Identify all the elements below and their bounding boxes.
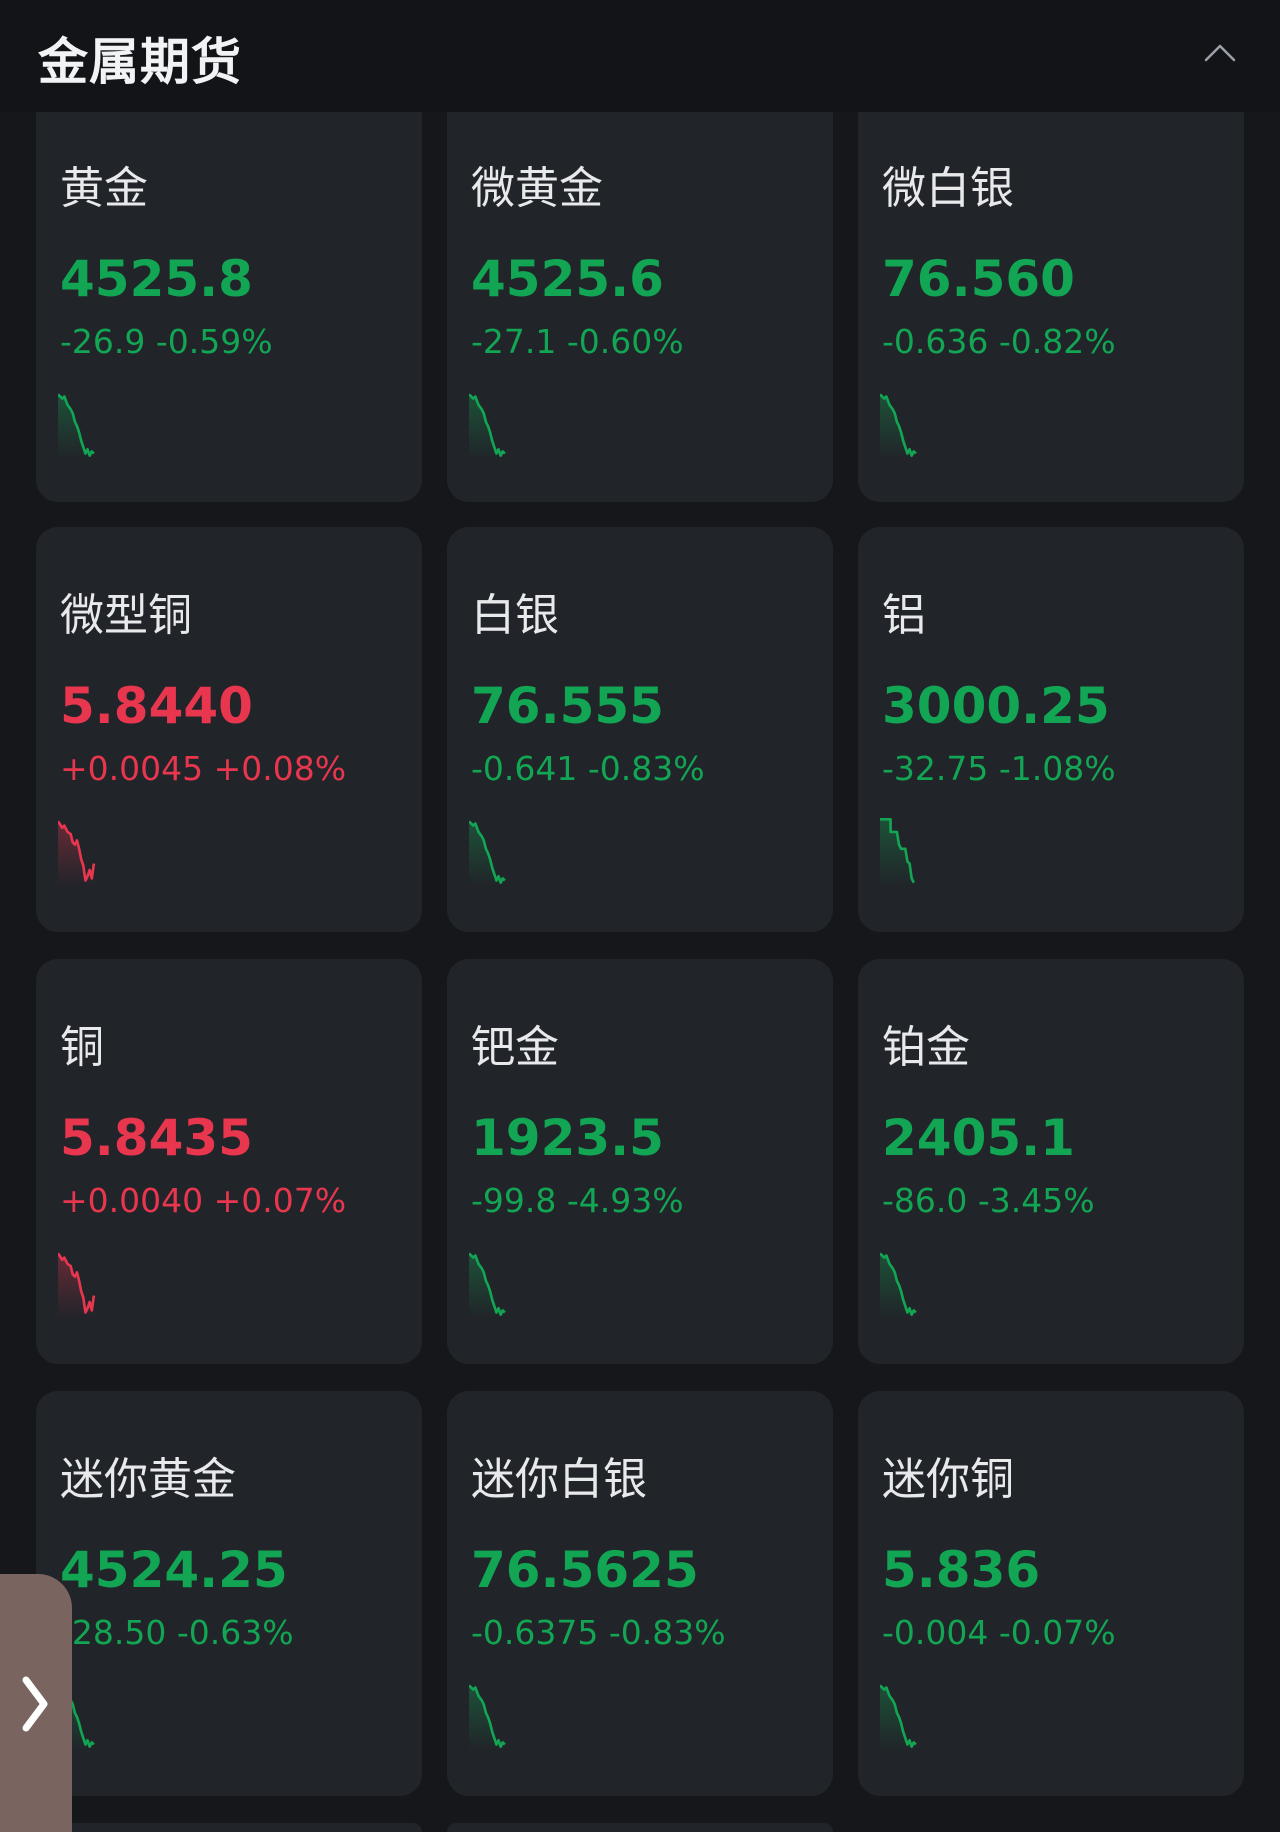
card-price: 4524.25 — [60, 1541, 288, 1599]
sparkline-chart — [469, 820, 506, 887]
chevron-up-icon[interactable] — [1200, 38, 1240, 68]
card-price: 76.5625 — [471, 1541, 699, 1599]
sparkline-chart — [880, 1684, 917, 1751]
sparkline-chart — [469, 1684, 506, 1751]
sparkline-chart — [58, 1252, 96, 1319]
card-name: 迷你铜 — [882, 1454, 1014, 1505]
card-change: -0.641 -0.83% — [471, 749, 705, 788]
card-price: 76.555 — [471, 677, 664, 735]
sparkline-chart — [880, 393, 917, 460]
card-name: 黄金 — [60, 163, 148, 214]
card-change: +0.0040 +0.07% — [60, 1181, 347, 1220]
card-change: -32.75 -1.08% — [882, 749, 1116, 788]
card-change: -0.6375 -0.83% — [471, 1613, 726, 1652]
card-name: 白银 — [471, 590, 559, 641]
sparkline-chart — [58, 820, 96, 887]
futures-card[interactable]: 铂金 2405.1 -86.0 -3.45% — [858, 959, 1244, 1364]
futures-card[interactable]: 迷你铜 5.836 -0.004 -0.07% — [858, 1391, 1244, 1796]
card-name: 铝 — [882, 590, 926, 641]
card-price: 5.8440 — [60, 677, 253, 735]
card-price: 5.836 — [882, 1541, 1041, 1599]
card-price: 1923.5 — [471, 1109, 664, 1167]
futures-card[interactable]: 黄金 4525.8 -26.9 -0.59% — [36, 112, 422, 502]
card-price: 2405.1 — [882, 1109, 1075, 1167]
card-name: 铜 — [60, 1022, 104, 1073]
chevron-right-icon — [22, 1676, 48, 1732]
card-change: -28.50 -0.63% — [60, 1613, 294, 1652]
card-change: -0.004 -0.07% — [882, 1613, 1116, 1652]
futures-card[interactable]: 微白银 76.560 -0.636 -0.82% — [858, 112, 1244, 502]
side-panel-handle[interactable] — [0, 1574, 72, 1832]
futures-card[interactable]: 迷你黄金 4524.25 -28.50 -0.63% — [36, 1391, 422, 1796]
futures-card-partial[interactable] — [36, 1823, 422, 1832]
card-name: 迷你黄金 — [60, 1454, 236, 1505]
futures-card[interactable]: 铜 5.8435 +0.0040 +0.07% — [36, 959, 422, 1364]
sparkline-chart — [469, 393, 506, 460]
card-name: 微黄金 — [471, 163, 603, 214]
card-change: -99.8 -4.93% — [471, 1181, 684, 1220]
card-price: 3000.25 — [882, 677, 1110, 735]
card-name: 铂金 — [882, 1022, 970, 1073]
futures-card[interactable]: 微型铜 5.8440 +0.0045 +0.08% — [36, 527, 422, 932]
card-name: 钯金 — [471, 1022, 559, 1073]
card-price: 4525.8 — [60, 250, 253, 308]
futures-card[interactable]: 钯金 1923.5 -99.8 -4.93% — [447, 959, 833, 1364]
card-change: +0.0045 +0.08% — [60, 749, 347, 788]
card-change: -27.1 -0.60% — [471, 322, 684, 361]
sparkline-chart — [58, 393, 95, 460]
sparkline-chart — [469, 1252, 506, 1319]
futures-card[interactable]: 铝 3000.25 -32.75 -1.08% — [858, 527, 1244, 932]
card-name: 微型铜 — [60, 590, 192, 641]
futures-card-partial[interactable] — [447, 1823, 833, 1832]
futures-card[interactable]: 白银 76.555 -0.641 -0.83% — [447, 527, 833, 932]
section-title: 金属期货 — [38, 33, 242, 91]
futures-card[interactable]: 微黄金 4525.6 -27.1 -0.60% — [447, 112, 833, 502]
card-name: 微白银 — [882, 163, 1014, 214]
sparkline-chart — [880, 817, 916, 887]
futures-grid: 黄金 4525.8 -26.9 -0.59% 微黄金 4525.6 -27.1 -0.60… — [0, 112, 1280, 1832]
card-name: 迷你白银 — [471, 1454, 647, 1505]
card-change: -26.9 -0.59% — [60, 322, 273, 361]
card-price: 76.560 — [882, 250, 1075, 308]
section-header[interactable]: 金属期货 — [0, 0, 1280, 112]
sparkline-chart — [880, 1252, 917, 1319]
futures-card[interactable]: 迷你白银 76.5625 -0.6375 -0.83% — [447, 1391, 833, 1796]
card-change: -0.636 -0.82% — [882, 322, 1116, 361]
card-change: -86.0 -3.45% — [882, 1181, 1095, 1220]
card-price: 5.8435 — [60, 1109, 253, 1167]
card-price: 4525.6 — [471, 250, 664, 308]
